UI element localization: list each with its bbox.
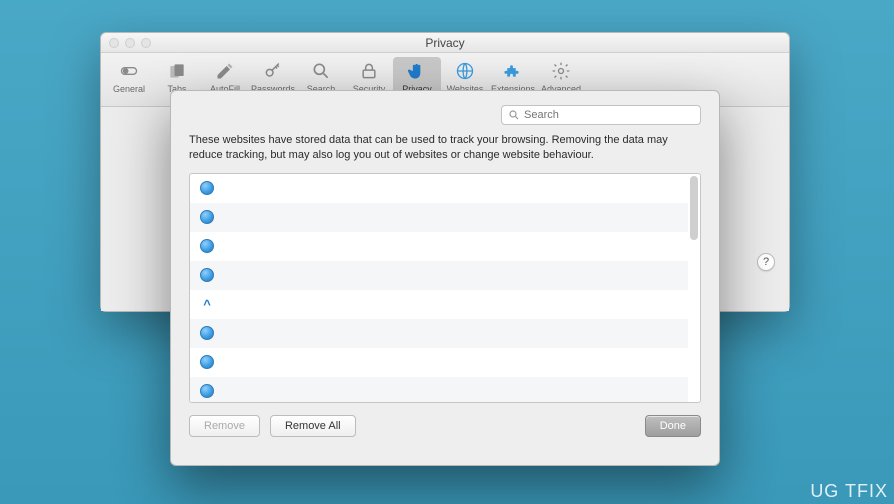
scrollbar-thumb[interactable]: [690, 176, 698, 240]
list-item[interactable]: [190, 203, 688, 232]
globe-icon: [200, 384, 214, 398]
globe-icon: [454, 60, 476, 82]
list-item[interactable]: [190, 377, 688, 403]
lock-icon: [358, 60, 380, 82]
globe-icon: [200, 181, 214, 195]
list-item[interactable]: [190, 174, 688, 203]
switch-icon: [118, 60, 140, 82]
done-button[interactable]: Done: [645, 415, 701, 437]
remove-all-button[interactable]: Remove All: [270, 415, 356, 437]
search-input[interactable]: [524, 109, 694, 121]
tab-label: General: [113, 84, 145, 94]
tabs-icon: [166, 60, 188, 82]
globe-icon: [200, 210, 214, 224]
pencil-icon: [214, 60, 236, 82]
gear-icon: [550, 60, 572, 82]
window-title: Privacy: [101, 36, 789, 50]
puzzle-icon: [502, 60, 524, 82]
titlebar: Privacy: [101, 33, 789, 53]
list-item[interactable]: [190, 319, 688, 348]
hand-icon: [406, 60, 428, 82]
search-icon: [310, 60, 332, 82]
list-item[interactable]: ^: [190, 290, 688, 319]
globe-icon: [200, 355, 214, 369]
list-item[interactable]: [190, 348, 688, 377]
globe-icon: [200, 239, 214, 253]
website-list[interactable]: ^: [189, 173, 701, 403]
list-item[interactable]: [190, 261, 688, 290]
list-item[interactable]: [190, 232, 688, 261]
globe-icon: [200, 326, 214, 340]
remove-button[interactable]: Remove: [189, 415, 260, 437]
search-icon: [508, 109, 520, 121]
watermark: UG TFIX: [810, 481, 888, 502]
globe-icon: [200, 268, 214, 282]
help-button[interactable]: ?: [757, 253, 775, 271]
sheet-footer: Remove Remove All Done: [189, 415, 701, 437]
sheet-description: These websites have stored data that can…: [189, 133, 699, 163]
website-data-sheet: These websites have stored data that can…: [170, 90, 720, 466]
tab-general[interactable]: General: [105, 57, 153, 96]
key-icon: [262, 60, 284, 82]
search-field[interactable]: [501, 105, 701, 125]
chevron-up-icon: ^: [200, 297, 214, 311]
